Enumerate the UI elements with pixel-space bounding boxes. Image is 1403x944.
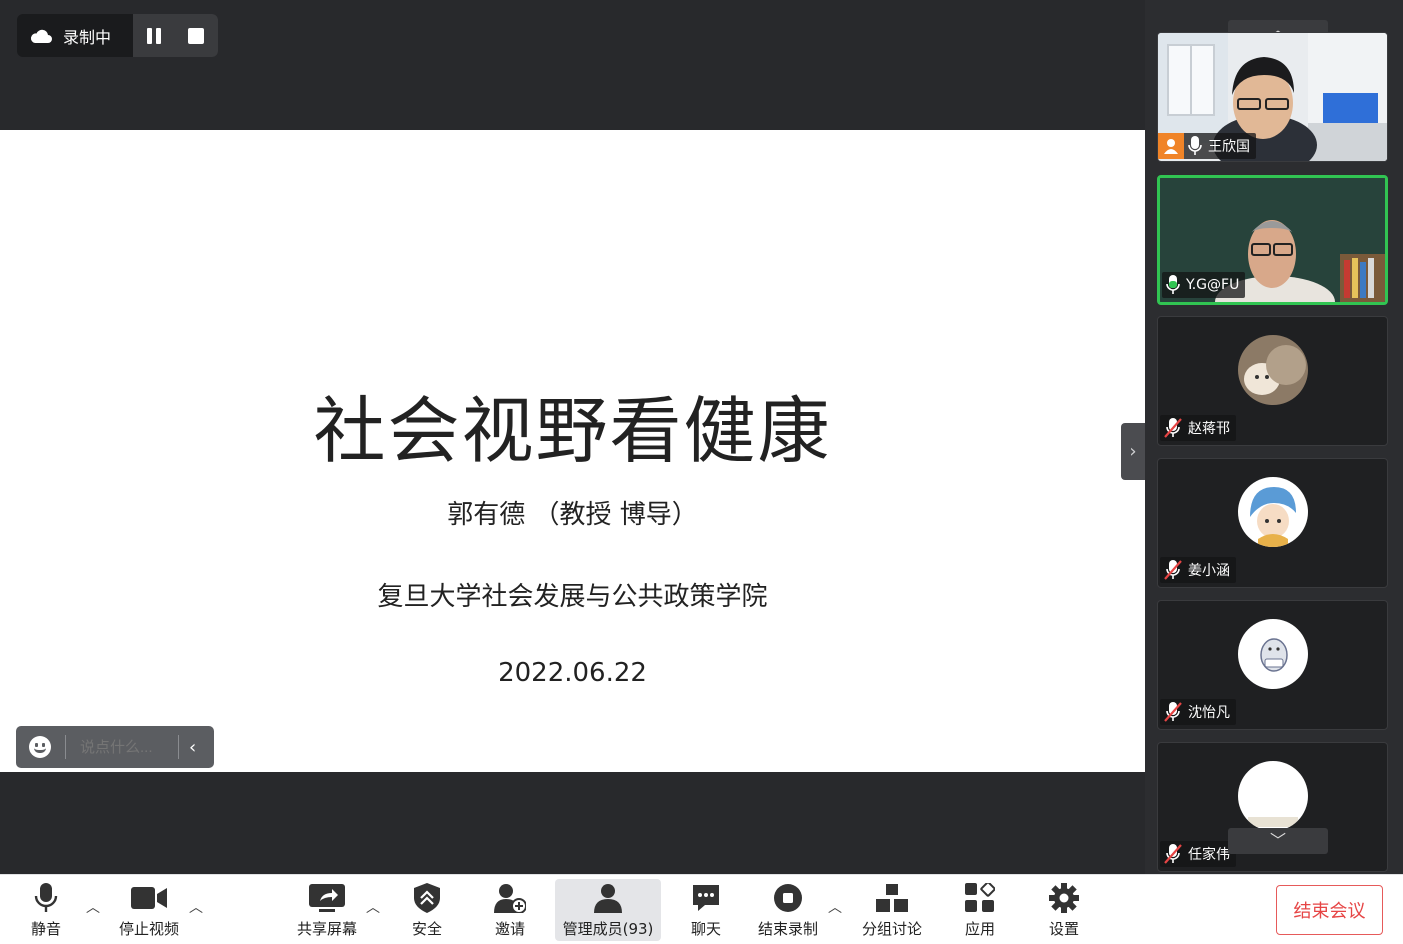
participant-name: Y.G@FU (1186, 277, 1240, 293)
chevron-up-icon[interactable]: ︿ (86, 897, 100, 917)
participant-name: 任家伟 (1188, 847, 1230, 863)
recording-label: 录制中 (63, 27, 112, 47)
participant-name-tag: 赵蒋邗 (1160, 415, 1236, 441)
breakout-rooms-button[interactable]: 分组讨论 (856, 875, 928, 944)
share-screen-label: 共享屏幕 (296, 919, 357, 938)
settings-button[interactable]: 设置 (1040, 875, 1088, 944)
chevron-up-icon[interactable]: ︿ (189, 897, 203, 917)
microphone-icon (34, 882, 58, 912)
end-meeting-button[interactable]: 结束会议 (1276, 885, 1383, 935)
emoji-icon[interactable] (29, 736, 51, 758)
participant-name: 赵蒋邗 (1188, 421, 1230, 437)
security-button[interactable]: 安全 (402, 875, 452, 944)
participant-name: 王欣国 (1208, 139, 1250, 155)
end-recording-label: 结束录制 (757, 919, 818, 938)
stop-video-button[interactable]: 停止视频 (110, 875, 188, 944)
recording-status: 录制中 (17, 14, 133, 57)
mute-button[interactable]: 静音 (22, 875, 70, 944)
meeting-toolbar: 静音 ︿ 停止视频 ︿ 共享屏幕 ︿ 安全 邀请 管理成员(93) 聊天 结束录… (0, 874, 1403, 944)
pause-recording-button[interactable] (146, 27, 161, 44)
microphone-muted-icon (1164, 560, 1182, 580)
shield-icon (414, 882, 440, 913)
slide-school: 复旦大学社会发展与公共政策学院 (377, 582, 768, 612)
invite-label: 邀请 (494, 919, 525, 938)
avatar (1238, 477, 1308, 547)
video-tile[interactable]: 沈怡凡 (1157, 600, 1388, 730)
meeting-window: 社会视野看健康 郭有德 （教授 博导） 复旦大学社会发展与公共政策学院 2022… (0, 0, 1403, 944)
microphone-muted-icon (1164, 418, 1182, 438)
divider (178, 735, 179, 759)
slide-date: 2022.06.22 (498, 658, 647, 688)
invite-button[interactable]: 邀请 (486, 875, 534, 944)
microphone-muted-icon (1164, 702, 1182, 722)
presentation-slide: 社会视野看健康 郭有德 （教授 博导） 复旦大学社会发展与公共政策学院 2022… (0, 130, 1145, 772)
chat-label: 聊天 (690, 919, 721, 938)
collapse-gallery-button[interactable]: › (1121, 423, 1145, 480)
chat-input[interactable] (80, 738, 176, 756)
members-icon (594, 883, 622, 913)
participant-name: 姜小涵 (1188, 563, 1230, 579)
manage-members-label: 管理成员(93) (562, 919, 654, 938)
breakout-rooms-icon (876, 883, 908, 912)
chat-button[interactable]: 聊天 (682, 875, 730, 944)
share-screen-button[interactable]: 共享屏幕 (290, 875, 364, 944)
stop-video-label: 停止视频 (118, 919, 179, 938)
video-tile[interactable]: 赵蒋邗 (1157, 316, 1388, 446)
settings-label: 设置 (1048, 919, 1079, 938)
security-label: 安全 (411, 919, 442, 938)
slide-title: 社会视野看健康 (313, 389, 832, 473)
chat-bubble-icon (693, 884, 719, 911)
stop-recording-button[interactable] (188, 27, 205, 44)
participant-name-tag: 姜小涵 (1160, 557, 1236, 583)
share-screen-icon (309, 883, 345, 912)
avatar (1238, 619, 1308, 689)
chevron-up-icon[interactable]: ︿ (828, 897, 842, 917)
participant-name-tag: Y.G@FU (1162, 272, 1246, 298)
video-camera-icon (131, 886, 167, 909)
mute-label: 静音 (30, 919, 61, 938)
recording-controls (133, 14, 218, 57)
avatar (1238, 335, 1308, 405)
participant-name-tag: 任家伟 (1160, 841, 1236, 867)
microphone-muted-icon (1164, 844, 1182, 864)
participant-name-tag: 王欣国 (1158, 133, 1256, 159)
add-user-icon (494, 883, 526, 913)
shared-screen-area: 社会视野看健康 郭有德 （教授 博导） 复旦大学社会发展与公共政策学院 2022… (0, 0, 1145, 874)
cloud-icon (30, 29, 52, 43)
participant-name: 沈怡凡 (1188, 705, 1230, 721)
video-tile[interactable]: 姜小涵 (1157, 458, 1388, 588)
chevron-left-icon[interactable]: ‹ (189, 737, 196, 758)
chevron-up-icon[interactable]: ︿ (366, 897, 380, 917)
host-badge-icon (1158, 133, 1184, 159)
end-recording-button[interactable]: 结束录制 (752, 875, 824, 944)
participant-name-tag: 沈怡凡 (1160, 699, 1236, 725)
slide-author: 郭有德 （教授 博导） (447, 500, 698, 530)
apps-grid-icon (965, 882, 995, 912)
avatar (1238, 761, 1308, 831)
video-tile-active-speaker[interactable]: Y.G@FU (1157, 175, 1388, 305)
stop-record-icon (774, 883, 802, 912)
quick-chat-bar: ‹ (16, 726, 214, 768)
breakout-rooms-label: 分组讨论 (861, 919, 922, 938)
gallery-scroll-down-button[interactable]: ﹀ (1228, 828, 1328, 854)
microphone-active-icon (1166, 275, 1180, 294)
apps-button[interactable]: 应用 (956, 875, 1004, 944)
apps-label: 应用 (964, 919, 995, 938)
microphone-icon (1188, 136, 1202, 155)
recording-indicator: 录制中 (17, 14, 218, 57)
divider (65, 735, 66, 759)
manage-members-button[interactable]: 管理成员(93) (555, 879, 661, 941)
video-tile[interactable]: 王欣国 (1157, 32, 1388, 162)
gear-icon (1049, 882, 1079, 913)
